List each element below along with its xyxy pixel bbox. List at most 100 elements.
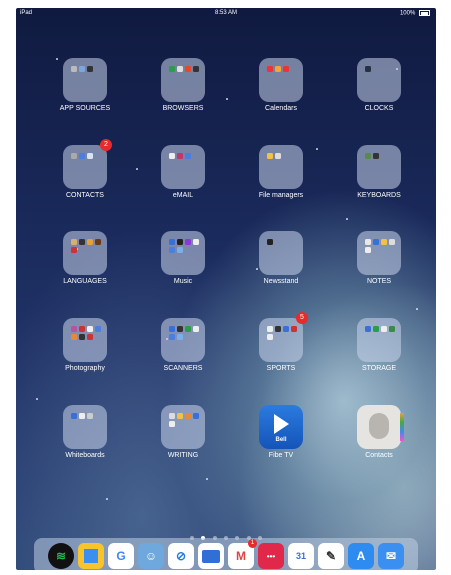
mini-app-icon bbox=[71, 239, 77, 245]
folder-label: Whiteboards bbox=[65, 452, 105, 459]
folder-label: LANGUAGES bbox=[63, 278, 107, 285]
folder-label: File managers bbox=[258, 192, 304, 199]
app-store-icon[interactable]: A bbox=[348, 543, 374, 569]
calendar-app-icon[interactable]: 31 bbox=[288, 543, 314, 569]
mini-app-icon bbox=[373, 326, 379, 332]
folder-email[interactable] bbox=[161, 145, 205, 189]
mini-app-icon bbox=[381, 239, 387, 245]
mini-app-icon bbox=[79, 413, 85, 419]
mail-app-icon[interactable]: ✉ bbox=[378, 543, 404, 569]
mini-app-icon bbox=[373, 153, 379, 159]
folder-whiteboards[interactable] bbox=[63, 405, 107, 449]
status-right: 100% bbox=[400, 10, 430, 17]
mini-app-icon bbox=[365, 239, 371, 245]
mini-app-icon bbox=[71, 413, 77, 419]
mini-app-icon bbox=[71, 326, 77, 332]
folder-photography[interactable] bbox=[63, 318, 107, 362]
mini-app-icon bbox=[389, 326, 395, 332]
folder-label: WRITING bbox=[167, 452, 199, 459]
notification-badge: 5 bbox=[296, 312, 308, 324]
folder-keyboards[interactable] bbox=[357, 145, 401, 189]
mini-app-icon bbox=[71, 247, 77, 253]
mini-app-icon bbox=[267, 153, 273, 159]
mini-app-icon bbox=[79, 153, 85, 159]
play-icon bbox=[274, 414, 289, 434]
battery-percent: 100% bbox=[399, 10, 416, 17]
folder-clocks[interactable] bbox=[357, 58, 401, 102]
folder-calendars[interactable] bbox=[259, 58, 303, 102]
mini-app-icon bbox=[185, 153, 191, 159]
mini-app-icon bbox=[169, 413, 175, 419]
mini-app-icon bbox=[169, 247, 175, 253]
folder-label: SPORTS bbox=[266, 365, 296, 372]
mini-app-icon bbox=[275, 153, 281, 159]
app-label: Contacts bbox=[365, 452, 393, 459]
app-label: Fibe TV bbox=[268, 452, 294, 459]
spotify-app-icon[interactable]: ≋ bbox=[48, 543, 74, 569]
folder-label: CONTACTS bbox=[66, 192, 104, 199]
mini-app-icon bbox=[71, 66, 77, 72]
folder-label: Music bbox=[173, 278, 193, 285]
mini-app-icon bbox=[79, 239, 85, 245]
mini-app-icon bbox=[267, 66, 273, 72]
safari-app-icon[interactable]: ⊘ bbox=[168, 543, 194, 569]
folder-contacts[interactable] bbox=[63, 145, 107, 189]
person-icon bbox=[369, 413, 389, 439]
dock: ≋ G ☺ ⊘ M 1 ••• 31 ✎ A ✉ bbox=[34, 538, 418, 570]
mini-app-icon bbox=[79, 66, 85, 72]
mini-app-icon bbox=[185, 239, 191, 245]
status-bar: iPad 8:53 AM 100% bbox=[16, 8, 436, 20]
ipad-home-screen: iPad 8:53 AM 100% APP SOURCES BROWSERS C… bbox=[16, 8, 436, 570]
folder-label: BROWSERS bbox=[162, 105, 204, 112]
fibe-tv-app-icon[interactable]: Bell bbox=[259, 405, 303, 449]
bitmoji-app-icon[interactable]: ☺ bbox=[138, 543, 164, 569]
mini-app-icon bbox=[193, 413, 199, 419]
folder-notes[interactable] bbox=[357, 231, 401, 275]
contacts-app-icon[interactable] bbox=[357, 405, 404, 449]
notification-badge: 1 bbox=[248, 539, 257, 548]
folder-writing[interactable] bbox=[161, 405, 205, 449]
folder-newsstand[interactable] bbox=[259, 231, 303, 275]
messenger-app-icon[interactable]: ••• bbox=[258, 543, 284, 569]
mini-app-icon bbox=[169, 334, 175, 340]
folder-storage[interactable] bbox=[357, 318, 401, 362]
mini-app-icon bbox=[87, 334, 93, 340]
mini-app-icon bbox=[79, 334, 85, 340]
mini-app-icon bbox=[267, 326, 273, 332]
google-app-icon[interactable]: G bbox=[108, 543, 134, 569]
pencil-app-icon[interactable]: ✎ bbox=[318, 543, 344, 569]
folder-scanners[interactable] bbox=[161, 318, 205, 362]
files-app-icon[interactable] bbox=[198, 543, 224, 569]
mini-app-icon bbox=[283, 66, 289, 72]
status-time: 8:53 AM bbox=[214, 10, 237, 16]
mini-app-icon bbox=[283, 326, 289, 332]
folder-label: KEYBOARDS bbox=[357, 192, 401, 199]
folder-app-sources[interactable] bbox=[63, 58, 107, 102]
mini-app-icon bbox=[95, 326, 101, 332]
folder-music[interactable] bbox=[161, 231, 205, 275]
mini-app-icon bbox=[193, 326, 199, 332]
mini-app-icon bbox=[177, 247, 183, 253]
notification-badge: 2 bbox=[100, 139, 112, 151]
folder-languages[interactable] bbox=[63, 231, 107, 275]
folder-browsers[interactable] bbox=[161, 58, 205, 102]
mini-app-icon bbox=[95, 239, 101, 245]
mini-app-icon bbox=[365, 247, 371, 253]
mini-app-icon bbox=[365, 66, 371, 72]
folder-label: eMAIL bbox=[172, 192, 194, 199]
folder-label: STORAGE bbox=[361, 365, 397, 372]
mini-app-icon bbox=[169, 239, 175, 245]
mini-app-icon bbox=[177, 239, 183, 245]
folder-sports[interactable] bbox=[259, 318, 303, 362]
mini-app-icon bbox=[389, 239, 395, 245]
notes-app-icon[interactable] bbox=[78, 543, 104, 569]
contacts-tabs bbox=[400, 413, 404, 441]
folder-file-managers[interactable] bbox=[259, 145, 303, 189]
mini-app-icon bbox=[169, 326, 175, 332]
mini-app-icon bbox=[193, 66, 199, 72]
mini-app-icon bbox=[177, 334, 183, 340]
folder-label: APP SOURCES bbox=[59, 105, 111, 112]
mini-app-icon bbox=[87, 153, 93, 159]
mini-app-icon bbox=[169, 66, 175, 72]
folder-label: SCANNERS bbox=[163, 365, 203, 372]
